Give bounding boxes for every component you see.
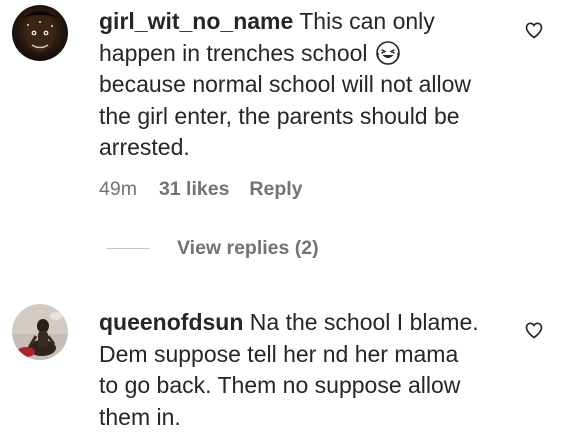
comment-username[interactable]: girl_wit_no_name <box>99 8 293 34</box>
comment-meta: 49m 31 likes Reply <box>99 178 303 201</box>
avatar[interactable] <box>12 304 68 360</box>
like-heart-icon[interactable] <box>524 320 544 340</box>
comment-text: queenofdsun Na the school I blame. Dem s… <box>99 307 479 433</box>
comment-text: girl_wit_no_name This can only happen in… <box>99 6 479 164</box>
comment-body-continued: because normal school will not allow the… <box>99 71 472 161</box>
comment-likes-count[interactable]: 31 likes <box>159 178 229 201</box>
view-replies-label: View replies (2) <box>177 237 319 259</box>
view-replies-button[interactable]: View replies (2) <box>106 237 319 260</box>
replies-divider-line <box>106 248 150 249</box>
reply-button[interactable]: Reply <box>249 178 302 201</box>
avatar-image <box>12 5 68 61</box>
laughing-tears-emoji-icon <box>376 40 400 65</box>
comment-username[interactable]: queenofdsun <box>99 309 243 335</box>
comment-timestamp: 49m <box>99 178 137 200</box>
avatar-image <box>12 304 68 360</box>
like-heart-icon[interactable] <box>524 20 544 40</box>
avatar[interactable] <box>12 5 68 61</box>
